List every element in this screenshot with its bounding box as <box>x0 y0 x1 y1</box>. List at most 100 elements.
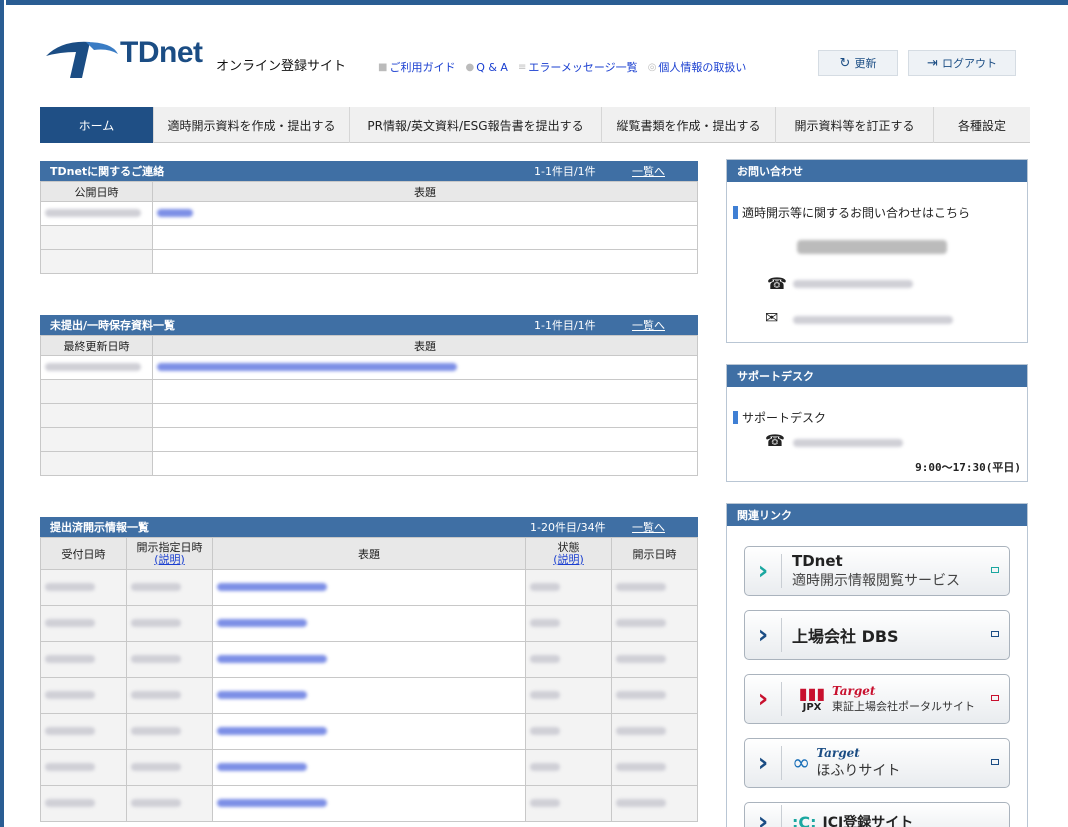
header-links: ■ ご利用ガイド ● Q & A ≡ エラーメッセージ一覧 ◎ 個人情報の取扱い <box>378 59 746 75</box>
circle-icon: ◎ <box>647 61 657 73</box>
chevron-right-icon: › <box>757 807 769 827</box>
table-row <box>40 379 698 404</box>
disclosure-title-link[interactable] <box>212 713 526 750</box>
nav-correction[interactable]: 開示資料等を訂正する <box>776 107 934 143</box>
nav-home[interactable]: ホーム <box>40 107 154 143</box>
chevron-right-icon: › <box>757 556 769 586</box>
contact-label: 適時開示等に関するお問い合わせはこちら <box>733 204 970 221</box>
col-status: 状態 (説明) <box>525 537 612 570</box>
support-box: サポートデスク サポートデスク ☎ 9:00～17:30(平日) <box>726 364 1028 482</box>
status-help-link[interactable]: (説明) <box>553 553 584 566</box>
nav-inspection[interactable]: 縦覧書類を作成・提出する <box>602 107 776 143</box>
support-hours: 9:00～17:30(平日) <box>915 461 1021 474</box>
notices-header: TDnetに関するご連絡 1-1件目/1件 一覧へ <box>40 161 698 181</box>
drafts-more-link[interactable]: 一覧へ <box>632 317 665 333</box>
col-updated: 最終更新日時 <box>40 335 153 356</box>
submitted-header: 提出済開示情報一覧 1-20件目/34件 一覧へ <box>40 517 698 537</box>
drafts-table: 最終更新日時 表題 <box>40 335 698 476</box>
jpx-logo: ▮▮▮ JPX <box>798 683 826 713</box>
scheduled-help-link[interactable]: (説明) <box>154 553 185 566</box>
col-disclosed: 開示日時 <box>611 537 698 570</box>
tdnet-link-button[interactable]: › TDnet 適時開示情報閲覧サービス <box>744 546 1010 596</box>
external-link-icon <box>991 695 999 701</box>
table-row <box>40 355 698 380</box>
table-row <box>40 427 698 452</box>
external-link-icon <box>991 631 999 637</box>
guide-link[interactable]: ■ ご利用ガイド <box>378 59 455 75</box>
main-nav: ホーム 適時開示資料を作成・提出する PR情報/英文資料/ESG報告書を提出する… <box>40 107 1030 143</box>
submitted-table: 受付日時 開示指定日時 (説明) 表題 状態 (説明) 開示日時 <box>40 537 698 822</box>
draft-link[interactable] <box>152 355 698 380</box>
refresh-button[interactable]: ↻ 更新 <box>818 50 898 76</box>
disclosure-title-link[interactable] <box>212 641 526 678</box>
chevron-right-icon: › <box>757 620 769 650</box>
table-row <box>40 451 698 476</box>
external-link-icon <box>991 759 999 765</box>
chevron-right-icon: › <box>757 748 769 778</box>
logout-button[interactable]: ⇥ ログアウト <box>908 50 1016 76</box>
table-row <box>40 641 698 678</box>
notices-more-link[interactable]: 一覧へ <box>632 163 665 179</box>
drafts-header: 未提出/一時保存資料一覧 1-1件目/1件 一覧へ <box>40 315 698 335</box>
disclosure-title-link[interactable] <box>212 569 526 606</box>
notices-count: 1-1件目/1件 <box>534 165 596 178</box>
table-row <box>40 785 698 822</box>
submitted-more-link[interactable]: 一覧へ <box>632 519 665 535</box>
support-label: サポートデスク <box>733 409 826 426</box>
contact-box: お問い合わせ 適時開示等に関するお問い合わせはこちら ☎ ✉ <box>726 159 1028 343</box>
table-row <box>40 677 698 714</box>
logout-icon: ⇥ <box>927 55 938 71</box>
notices-table: 公開日時 表題 <box>40 181 698 274</box>
links-title: 関連リンク <box>727 504 1027 526</box>
table-row <box>40 403 698 428</box>
disclosure-title-link[interactable] <box>212 605 526 642</box>
support-title: サポートデスク <box>727 365 1027 387</box>
jpx-portal-link-button[interactable]: › ▮▮▮ JPX Target 東証上場会社ポータルサイト <box>744 674 1010 724</box>
hofuri-logo-icon: ∞ <box>792 750 811 776</box>
disclosure-title-link[interactable] <box>212 749 526 786</box>
nav-settings[interactable]: 各種設定 <box>934 107 1030 143</box>
table-row <box>40 569 698 606</box>
mail-icon: ✉ <box>765 308 779 327</box>
col-title: 表題 <box>152 335 698 356</box>
disclosure-title-link[interactable] <box>212 785 526 822</box>
book-icon: ■ <box>378 61 388 73</box>
site-name: オンライン登録サイト <box>216 59 347 74</box>
col-title: 表題 <box>212 537 526 570</box>
tdnet-logo-icon <box>46 41 118 78</box>
table-row <box>40 749 698 786</box>
list-icon: ≡ <box>517 61 527 73</box>
icj-logo-icon: :C: <box>792 812 817 827</box>
nav-create-timely[interactable]: 適時開示資料を作成・提出する <box>154 107 350 143</box>
table-row <box>40 201 698 226</box>
notice-link[interactable] <box>152 201 698 226</box>
phone-icon: ☎ <box>767 274 787 293</box>
col-date: 公開日時 <box>40 181 153 202</box>
table-row <box>40 249 698 274</box>
icj-link-button[interactable]: › :C: ICJ登録サイト <box>744 802 1010 827</box>
col-title: 表題 <box>152 181 698 202</box>
error-messages-link[interactable]: ≡ エラーメッセージ一覧 <box>518 59 638 75</box>
table-row <box>40 225 698 250</box>
col-scheduled: 開示指定日時 (説明) <box>126 537 213 570</box>
table-row <box>40 713 698 750</box>
chevron-right-icon: › <box>757 684 769 714</box>
notices-title: TDnetに関するご連絡 <box>50 165 165 178</box>
hofuri-link-button[interactable]: › ∞ Target ほふりサイト <box>744 738 1010 788</box>
submitted-count: 1-20件目/34件 <box>530 521 606 534</box>
refresh-icon: ↻ <box>839 55 851 71</box>
external-link-icon <box>991 567 999 573</box>
dbs-link-button[interactable]: › 上場会社 DBS <box>744 610 1010 660</box>
logo-text: TDnet <box>120 36 203 69</box>
contact-title: お問い合わせ <box>727 160 1027 182</box>
drafts-title: 未提出/一時保存資料一覧 <box>50 319 176 332</box>
top-border <box>0 0 1068 5</box>
drafts-count: 1-1件目/1件 <box>534 319 596 332</box>
privacy-link[interactable]: ◎ 個人情報の取扱い <box>648 59 747 75</box>
disclosure-title-link[interactable] <box>212 677 526 714</box>
nav-pr-esg[interactable]: PR情報/英文資料/ESG報告書を提出する <box>350 107 602 143</box>
left-border <box>0 0 6 827</box>
table-row <box>40 605 698 642</box>
qa-link[interactable]: ● Q & A <box>465 59 508 75</box>
header: TDnet オンライン登録サイト ■ ご利用ガイド ● Q & A ≡ エラーメッセー… <box>40 28 1040 88</box>
